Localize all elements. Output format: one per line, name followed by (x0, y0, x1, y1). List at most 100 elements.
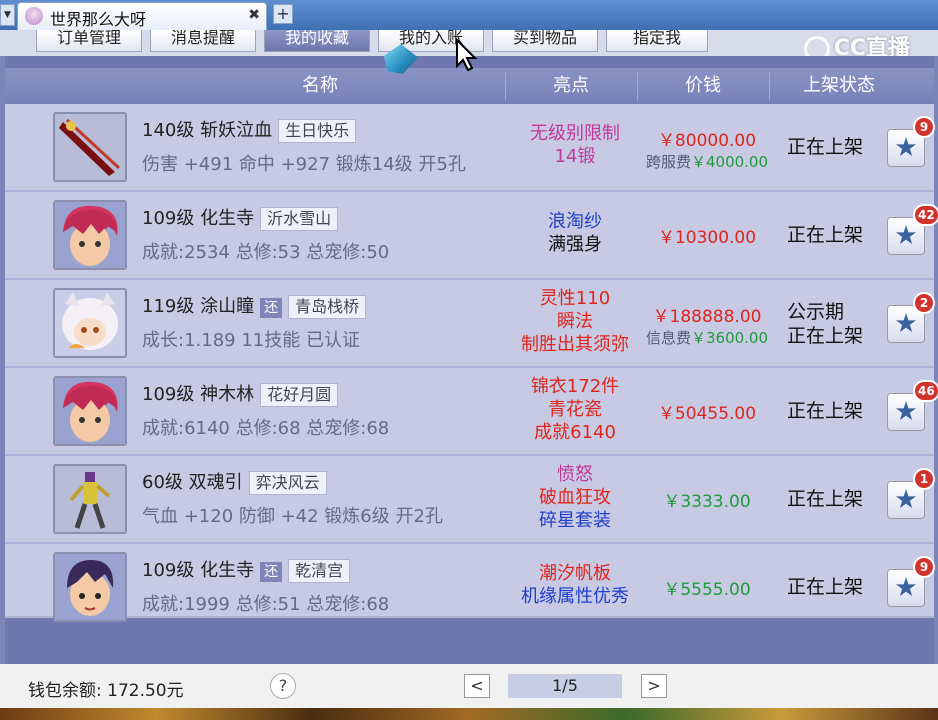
item-level-name: 109级 化生寺 (142, 560, 255, 581)
item-title[interactable]: 109级 化生寺还乾清宫 (142, 556, 351, 583)
item-avatar[interactable] (53, 288, 127, 358)
fee-label: 跨服费 (645, 153, 691, 171)
server-tag: 乾清宫 (288, 559, 351, 583)
item-title[interactable]: 119级 涂山瞳还青岛栈桥 (142, 292, 367, 319)
item-price: ￥50455.00 (657, 404, 757, 424)
item-avatar[interactable] (53, 112, 127, 182)
highlight-text: 瞬法 (557, 310, 593, 332)
star-icon: ★ (894, 221, 918, 251)
table-row[interactable]: 119级 涂山瞳还青岛栈桥 成长:1.189 11技能 已认证 灵性110 瞬法 制胜出… (5, 280, 935, 368)
purchased-items-button[interactable]: 买到物品 (492, 30, 598, 52)
highlight-text: 成就6140 (534, 421, 616, 443)
item-avatar[interactable] (53, 464, 127, 534)
header-status: 上架状态 (803, 75, 875, 96)
table-row[interactable]: 109级 化生寺 沂水雪山 成就:2534 总修:53 总宠修:50 浪淘纱 满强身 ￥1… (5, 192, 938, 280)
highlight-text: 青花瓷 (548, 398, 602, 420)
next-page-button[interactable]: > (641, 674, 667, 698)
tab-list-dropdown[interactable]: ▼ (0, 4, 15, 26)
new-tab-button[interactable]: + (273, 4, 293, 24)
item-status: 正在上架 (787, 399, 897, 423)
item-avatar[interactable] (53, 376, 127, 446)
item-status: 正在上架 (787, 487, 897, 511)
item-title[interactable]: 109级 神木林 花好月圆 (142, 380, 339, 407)
table-row[interactable]: 60级 双魂引 弈决风云气血 +120 防御 +42 锻炼6级 开2孔 愤怒 破血狂攻… (5, 456, 935, 544)
item-highlights: 灵性110 瞬法 制胜出其须弥 (510, 287, 640, 356)
help-icon[interactable]: ? (270, 673, 296, 699)
tradeback-badge: 还 (260, 562, 283, 582)
footer-bar: 钱包余额: 172.50元 ? < 1/5 > (0, 664, 938, 708)
item-fee: 信息费￥3600.00 (637, 327, 777, 348)
server-tag: 沂水雪山 (260, 207, 339, 231)
item-price: ￥3333.00 (663, 492, 751, 512)
highlight-text: 浪淘纱 (548, 211, 602, 232)
item-avatar[interactable] (53, 552, 127, 622)
star-icon: ★ (894, 133, 918, 163)
status-text: 正在上架 (787, 325, 864, 347)
highlight-text: 碎星套装 (539, 509, 611, 531)
order-management-button[interactable]: 订单管理 (36, 30, 142, 52)
server-tag: 生日快乐 (278, 119, 357, 143)
item-price-block: ￥3333.00 (637, 487, 777, 512)
item-price-block: ￥10300.00 (637, 223, 777, 248)
fee-amount: ￥4000.00 (690, 153, 769, 171)
highlight-text: 灵性110 (539, 287, 611, 309)
table-row[interactable]: 140级 斩妖泣血 生日快乐伤害 +491 命中 +927 锻炼14级 开5孔 无级… (5, 104, 935, 192)
star-icon: ★ (894, 573, 918, 603)
status-text: 公示期 (787, 301, 845, 323)
table-row[interactable]: 109级 化生寺还乾清宫 成就:1999 总修:51 总宠修:68 潮汐帆板 机缘属性… (5, 544, 935, 622)
fee-label: 信息费 (645, 329, 691, 347)
star-icon: ★ (894, 309, 918, 339)
my-favorites-button[interactable]: 我的收藏 (264, 30, 370, 52)
item-level-name: 109级 化生寺 (142, 208, 255, 229)
highlight-text: 锦衣172件 (530, 375, 620, 397)
table-row[interactable]: 109级 神木林 花好月圆 成就:6140 总修:68 总宠修:68 锦衣172件 青花… (5, 368, 938, 456)
item-price-block: ￥50455.00 (637, 399, 777, 424)
favorite-count-badge: 2 (913, 292, 935, 314)
header-name: 名称 (302, 75, 338, 96)
tab-title: 世界那么大呀 (50, 10, 147, 29)
fee-amount: ￥3600.00 (690, 329, 769, 347)
item-price-block: ￥5555.00 (637, 575, 777, 600)
table-header: 名称 亮点 价钱 上架状态 (5, 68, 934, 104)
item-status: 公示期 正在上架 (787, 300, 897, 348)
status-text: 正在上架 (787, 136, 864, 158)
item-highlights: 无级别限制 14锻 (510, 122, 640, 168)
highlight-text: 潮汐帆板 (539, 563, 611, 584)
star-icon: ★ (894, 397, 918, 427)
assigned-to-me-button[interactable]: 指定我 (606, 30, 708, 52)
highlight-text: 愤怒 (557, 463, 593, 485)
mouse-pointer-icon (456, 38, 478, 72)
item-level-name: 109级 神木林 (142, 384, 255, 405)
item-stats: 气血 +120 防御 +42 锻炼6级 开2孔 (142, 506, 443, 527)
highlight-text: 制胜出其须弥 (521, 333, 629, 355)
server-tag: 青岛栈桥 (288, 295, 367, 319)
favorite-count-badge: 9 (913, 556, 935, 578)
message-reminder-button[interactable]: 消息提醒 (150, 30, 256, 52)
item-price: ￥80000.00 (657, 131, 757, 151)
wallet-balance: 钱包余额: 172.50元 (28, 681, 184, 701)
item-title[interactable]: 109级 化生寺 沂水雪山 (142, 204, 339, 231)
item-fee: 跨服费￥4000.00 (637, 151, 777, 172)
favorite-count-badge: 9 (913, 116, 935, 138)
highlight-text: 机缘属性优秀 (521, 586, 629, 607)
prev-page-button[interactable]: < (464, 674, 490, 698)
item-status: 正在上架 (787, 135, 897, 159)
item-stats: 伤害 +491 命中 +927 锻炼14级 开5孔 (142, 154, 466, 175)
highlight-text: 破血狂攻 (539, 486, 611, 508)
status-text: 正在上架 (787, 400, 864, 422)
header-highlight: 亮点 (553, 75, 589, 96)
tab-close-icon[interactable]: ✖ (248, 7, 260, 23)
item-title[interactable]: 140级 斩妖泣血 生日快乐 (142, 116, 357, 143)
item-level-name: 140级 斩妖泣血 (142, 120, 273, 141)
item-price-block: ￥80000.00 跨服费￥4000.00 (637, 126, 777, 172)
active-tab[interactable]: 世界那么大呀 ✖ (17, 2, 267, 30)
item-avatar[interactable] (53, 200, 127, 270)
tab-avatar-icon (25, 7, 43, 25)
item-price: ￥10300.00 (657, 228, 757, 248)
item-status: 正在上架 (787, 223, 897, 247)
favorite-count-badge: 46 (913, 380, 938, 402)
highlight-text: 满强身 (548, 234, 602, 255)
item-level-name: 119级 涂山瞳 (142, 296, 255, 317)
item-title[interactable]: 60级 双魂引 弈决风云 (142, 468, 327, 495)
tab-bar: ▼ 世界那么大呀 ✖ + (0, 0, 938, 30)
